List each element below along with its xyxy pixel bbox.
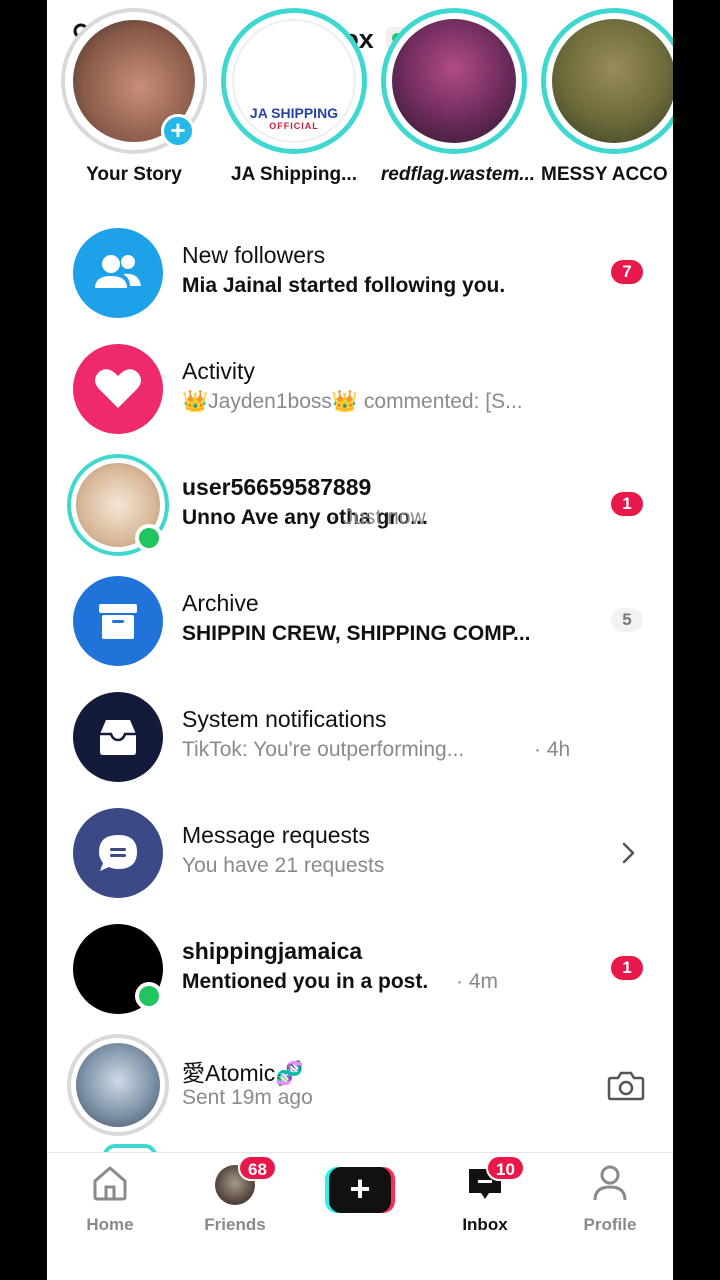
inbox-screen: Inbox + Your Story JA SHIPPING <box>47 0 673 1280</box>
count-badge: 5 <box>611 608 643 632</box>
heart-icon <box>73 344 163 434</box>
list-item-shippingjamaica[interactable]: shippingjamaica Mentioned you in a post.… <box>47 910 673 1026</box>
row-title: 愛Atomic🧬 <box>182 1060 304 1086</box>
avatar <box>392 19 516 143</box>
row-time: · Just now <box>330 506 426 529</box>
row-subtitle: Mia Jainal started following you. <box>182 274 506 297</box>
profile-icon <box>593 1165 627 1201</box>
ja-shipping-logo-subtext: OFFICIAL <box>269 121 319 131</box>
list-item-new-followers[interactable]: New followers Mia Jainal started followi… <box>47 214 673 330</box>
list-item-user56659587889[interactable]: user56659587889 Unno Ave any otha gro...… <box>47 446 673 562</box>
nav-label: Friends <box>204 1215 266 1234</box>
message-bubble-icon <box>73 808 163 898</box>
unread-badge: 1 <box>611 956 643 980</box>
list-item-activity[interactable]: Activity 👑Jayden1boss👑 commented: [S... <box>47 330 673 446</box>
story-avatar: JA SHIPPING OFFICIAL <box>221 8 367 154</box>
list-item-archive[interactable]: Archive SHIPPIN CREW, SHIPPING COMP... 5 <box>47 562 673 678</box>
archive-box-icon <box>73 576 163 666</box>
ja-shipping-logo-text: JA SHIPPING <box>249 105 339 121</box>
row-title: user56659587889 <box>182 474 372 500</box>
inbox-badge: 10 <box>486 1155 525 1181</box>
nav-label: Home <box>86 1215 134 1234</box>
row-subtitle: Sent 19m ago <box>182 1086 313 1109</box>
row-subtitle: SHIPPIN CREW, SHIPPING COMP... <box>182 622 531 645</box>
row-title: Message requests <box>182 822 370 848</box>
chevron-right-icon <box>619 840 639 866</box>
home-icon <box>93 1166 127 1201</box>
unread-badge: 1 <box>611 492 643 516</box>
online-status-dot-icon <box>135 524 163 552</box>
nav-label: Profile <box>583 1215 637 1234</box>
create-plus-icon: + <box>325 1167 395 1213</box>
row-title: System notifications <box>182 706 387 732</box>
row-title: Archive <box>182 590 259 616</box>
story-label: redflag.wastem... <box>380 164 536 185</box>
row-subtitle: TikTok: You're outperforming... <box>182 738 465 761</box>
row-time: · 4h <box>534 738 571 761</box>
unread-badge: 7 <box>611 260 643 284</box>
row-subtitle: You have 21 requests <box>182 854 385 877</box>
story-avatar <box>541 8 673 154</box>
atomic-avatar-image <box>76 1043 160 1127</box>
row-time: · 4m <box>456 970 498 993</box>
stories-row: + Your Story JA SHIPPING OFFICIAL JA Shi… <box>47 8 673 200</box>
list-item-atomic[interactable]: 愛Atomic🧬 Sent 19m ago <box>47 1026 673 1142</box>
row-subtitle: 👑Jayden1boss👑 commented: [S... <box>182 390 523 413</box>
story-avatar <box>381 8 527 154</box>
online-status-dot-icon <box>135 982 163 1010</box>
nav-label: Inbox <box>462 1215 508 1234</box>
row-title: Activity <box>182 358 255 384</box>
inbox-tray-icon <box>73 692 163 782</box>
add-story-plus-icon[interactable]: + <box>161 114 195 148</box>
list-item-system-notifications[interactable]: System notifications TikTok: You're outp… <box>47 678 673 794</box>
avatar <box>67 1034 169 1136</box>
followers-icon <box>73 228 163 318</box>
row-title: shippingjamaica <box>182 938 363 964</box>
story-label: MESSY ACCO <box>541 164 668 185</box>
camera-icon[interactable] <box>607 1070 645 1102</box>
friends-badge: 68 <box>238 1155 277 1181</box>
story-label: JA Shipping... <box>231 164 357 185</box>
avatar <box>552 19 673 143</box>
bottom-nav: Home 68 Friends + 10 Inbox Profile <box>47 1152 673 1280</box>
row-subtitle: Mentioned you in a post. <box>182 970 429 993</box>
row-title: New followers <box>182 242 326 268</box>
story-label: Your Story <box>86 164 182 185</box>
list-item-message-requests[interactable]: Message requests You have 21 requests <box>47 794 673 910</box>
